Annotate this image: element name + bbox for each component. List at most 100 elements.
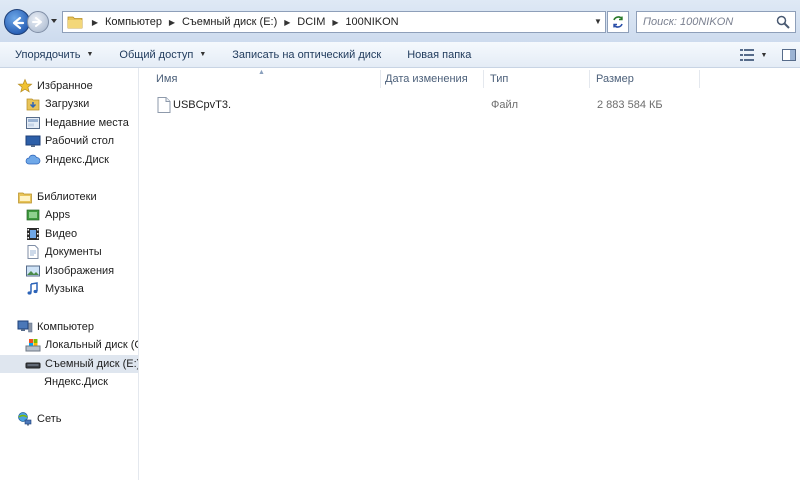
search-icon[interactable] — [775, 14, 791, 30]
burn-label: Записать на оптический диск — [232, 48, 382, 61]
column-name[interactable]: Имя — [150, 70, 381, 88]
address-dropdown-icon[interactable]: ▼ — [593, 17, 603, 27]
document-icon — [27, 245, 39, 259]
nav-documents-label: Документы — [45, 246, 102, 258]
nav-removable-disk-label: Съемный диск (E:) — [45, 358, 139, 370]
preview-pane-button[interactable] — [778, 44, 800, 66]
nav-video[interactable]: Видео — [0, 225, 138, 243]
preview-pane-icon — [782, 49, 796, 61]
nav-libraries[interactable]: Библиотеки — [0, 188, 138, 206]
nav-yandex-disk-label: Яндекс.Диск — [44, 376, 108, 388]
computer-icon — [17, 320, 33, 333]
breadcrumb-separator-icon[interactable]: ▶ — [328, 12, 342, 32]
cloud-icon — [25, 154, 41, 165]
organize-label: Упорядочить — [15, 48, 81, 61]
nav-yandex-disk[interactable]: Яндекс.Диск — [0, 373, 138, 391]
nav-documents[interactable]: Документы — [0, 243, 138, 261]
nav-downloads[interactable]: Загрузки — [0, 95, 138, 113]
file-name: USBCpvT3. — [173, 99, 232, 111]
libraries-icon — [18, 192, 32, 204]
details-view-icon — [740, 49, 754, 61]
address-field[interactable]: ▶ Компьютер ▶ Съемный диск (E:) ▶ DCIM ▶… — [62, 11, 606, 33]
nav-network-label: Сеть — [37, 413, 62, 425]
nav-recent-places[interactable]: Недавние места — [0, 114, 138, 132]
view-options-button[interactable] — [736, 44, 758, 66]
refresh-button[interactable] — [607, 11, 629, 33]
address-bar-area: ▶ Компьютер ▶ Съемный диск (E:) ▶ DCIM ▶… — [0, 0, 800, 42]
desktop-icon — [25, 135, 41, 147]
new-folder-button[interactable]: Новая папка — [398, 44, 480, 66]
breadcrumb-separator-icon[interactable]: ▶ — [165, 12, 179, 32]
nav-removable-disk[interactable]: Съемный диск (E:) — [0, 355, 139, 373]
breadcrumb-separator-icon[interactable]: ▶ — [280, 12, 294, 32]
column-type-label: Тип — [490, 73, 509, 85]
nav-apps-label: Apps — [45, 209, 71, 221]
column-date-modified-label: Дата изменения — [385, 73, 468, 85]
toolbar-right-controls: ▼ — [736, 42, 800, 68]
music-note-icon — [27, 282, 38, 295]
column-name-label: Имя — [156, 73, 178, 85]
column-date-modified[interactable]: Дата изменения — [379, 70, 484, 88]
apps-library-icon — [26, 209, 40, 221]
nav-video-label: Видео — [45, 228, 78, 240]
chevron-down-icon: ▼ — [86, 51, 94, 58]
nav-images[interactable]: Изображения — [0, 262, 138, 280]
nav-computer[interactable]: Компьютер — [0, 318, 138, 336]
new-folder-label: Новая папка — [407, 48, 472, 61]
nav-yandex-disk-favorite-label: Яндекс.Диск — [45, 154, 109, 166]
nav-music[interactable]: Музыка — [0, 280, 138, 298]
column-size-label: Размер — [596, 73, 634, 85]
breadcrumb-separator-icon[interactable]: ▶ — [88, 12, 102, 32]
nav-desktop[interactable]: Рабочий стол — [0, 132, 138, 150]
nav-local-disk-label: Локальный диск (С — [45, 339, 139, 351]
generic-file-icon — [157, 97, 171, 113]
share-label: Общий доступ — [119, 48, 194, 61]
nav-local-disk[interactable]: Локальный диск (С — [0, 336, 139, 354]
forward-arrow-icon — [32, 17, 42, 27]
film-icon — [27, 228, 39, 240]
nav-favorites[interactable]: Избранное — [0, 77, 138, 95]
folder-icon — [67, 16, 83, 29]
organize-button[interactable]: Упорядочить ▼ — [6, 44, 102, 66]
nav-network[interactable]: Сеть — [0, 410, 138, 428]
navigation-pane: Избранное Загрузки Недавние места Рабочи… — [0, 68, 139, 480]
history-dropdown-icon[interactable] — [50, 17, 58, 25]
star-icon — [17, 78, 33, 93]
breadcrumb-removable-disk[interactable]: Съемный диск (E:) — [179, 16, 280, 28]
nav-libraries-label: Библиотеки — [37, 191, 97, 203]
column-type[interactable]: Тип — [484, 70, 590, 88]
file-type: Файл — [491, 99, 519, 111]
nav-downloads-label: Загрузки — [45, 98, 90, 110]
file-size: 2 883 584 КБ — [597, 99, 663, 111]
breadcrumb-computer[interactable]: Компьютер — [102, 16, 165, 28]
share-button[interactable]: Общий доступ ▼ — [110, 44, 215, 66]
breadcrumb-100nikon[interactable]: 100NIKON — [342, 16, 401, 28]
downloads-folder-icon — [26, 98, 40, 111]
nav-images-label: Изображения — [45, 265, 115, 277]
column-headers: ▲ Имя Дата изменения Тип Размер — [140, 69, 800, 88]
column-size[interactable]: Размер — [590, 70, 700, 88]
image-icon — [26, 265, 40, 277]
search-placeholder: Поиск: 100NIKON — [643, 16, 734, 28]
burn-button[interactable]: Записать на оптический диск — [223, 44, 390, 66]
removable-disk-icon — [25, 362, 41, 369]
recent-places-icon — [26, 117, 40, 129]
file-row[interactable]: USBCpvT3. Файл 2 883 584 КБ — [150, 95, 670, 115]
forward-button[interactable] — [27, 11, 49, 33]
command-bar: Упорядочить ▼ Общий доступ ▼ Записать на… — [0, 42, 800, 68]
nav-yandex-disk-favorite[interactable]: Яндекс.Диск — [0, 151, 138, 169]
nav-favorites-label: Избранное — [37, 80, 93, 92]
nav-recent-places-label: Недавние места — [45, 117, 129, 129]
nav-computer-label: Компьютер — [37, 321, 94, 333]
nav-desktop-label: Рабочий стол — [45, 135, 115, 147]
view-dropdown-icon[interactable]: ▼ — [758, 52, 770, 59]
search-input[interactable]: Поиск: 100NIKON — [636, 11, 796, 33]
nav-apps[interactable]: Apps — [0, 206, 138, 224]
back-arrow-icon — [12, 16, 25, 30]
nav-music-label: Музыка — [45, 283, 84, 295]
breadcrumb-dcim[interactable]: DCIM — [294, 16, 328, 28]
refresh-icon — [613, 16, 623, 28]
chevron-down-icon: ▼ — [199, 51, 207, 58]
network-icon — [18, 412, 32, 426]
breadcrumb: ▶ Компьютер ▶ Съемный диск (E:) ▶ DCIM ▶… — [88, 12, 402, 32]
